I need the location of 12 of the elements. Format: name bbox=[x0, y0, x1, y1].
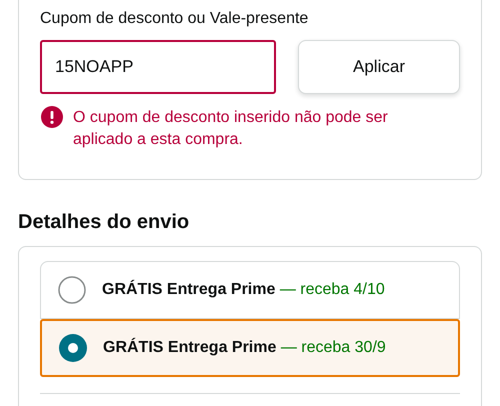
field-label: Cupom de desconto ou Vale-presente bbox=[40, 9, 310, 29]
section-title: Detalhes do envio bbox=[18, 210, 190, 235]
error-message: O cupom de desconto inserido não pode ser aplicado a esta compra. bbox=[73, 108, 389, 150]
radio-selected-icon bbox=[59, 334, 87, 362]
apply-button[interactable]: Aplicar bbox=[298, 40, 460, 94]
shipping-option[interactable]: GRÁTIS Entrega Prime — receba 4/10 bbox=[40, 261, 460, 319]
shipping-option[interactable]: GRÁTIS Entrega Prime — receba 30/9 bbox=[40, 319, 460, 377]
option-label: GRÁTIS Entrega Prime — receba 30/9 bbox=[103, 336, 386, 358]
option-label: GRÁTIS Entrega Prime — receba 4/10 bbox=[102, 278, 385, 300]
alert-icon bbox=[41, 106, 63, 128]
radio-icon bbox=[58, 276, 86, 304]
coupon-field[interactable]: 15NOAPP bbox=[40, 40, 276, 94]
